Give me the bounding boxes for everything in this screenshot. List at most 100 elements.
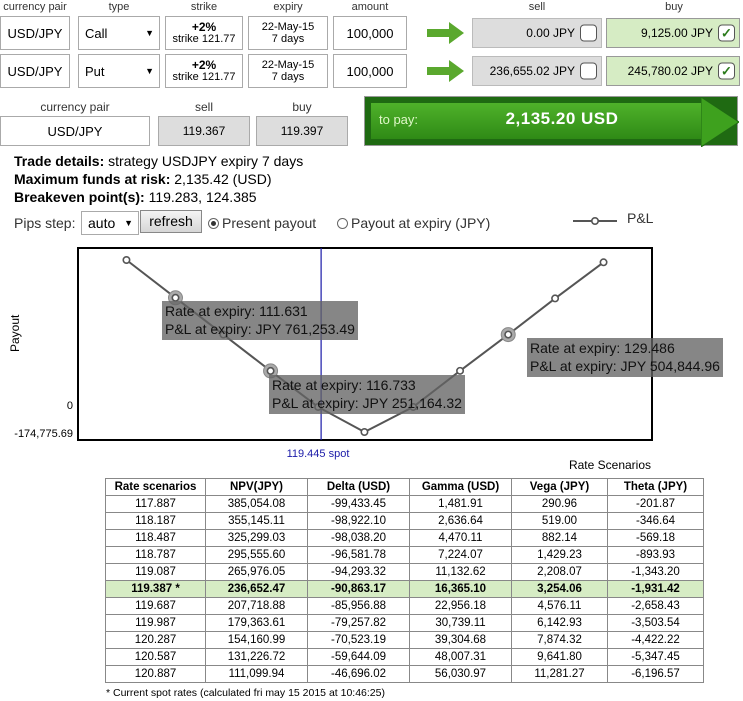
leg-1-sell-checkbox[interactable] [580,24,597,42]
leg-1-currency-pair[interactable]: USD/JPY [0,16,70,50]
to-pay-amount: 2,135.20 USD [505,109,619,128]
table-row: 120.887 111,099.94 -46,696.02 56,030.97 11,2… [105,665,704,683]
table-cell: 118.487 [105,529,206,547]
table-cell: 120.287 [105,631,206,649]
leg-2-sell-price[interactable]: 236,655.02 JPY [472,56,602,86]
table-row: 119.687 207,718.88 -85,956.88 22,956.18 4,57… [105,597,704,615]
table-cell: -98,922.10 [307,512,410,530]
chart-tooltip-1: Rate at expiry: 111.631 P&L at expiry: JP… [162,301,358,340]
spot-buy: 119.397 [256,116,348,146]
chart-legend-label: P&L [627,210,654,226]
table-cell: 882.14 [511,529,608,547]
table-cell: 6,142.93 [511,614,608,632]
trade-details-label: Trade details: [14,153,105,169]
table-row: 119.987 179,363.61 -79,257.82 30,739.11 6,14… [105,614,704,632]
trade-details: Trade details: strategy USDJPY expiry 7 … [14,152,303,170]
chevron-down-icon: ▼ [145,66,154,76]
table-cell: -90,863.17 [307,580,410,598]
leg-1-type-select[interactable]: Call ▼ [78,16,160,50]
chart-tooltip-3: Rate at expiry: 129.486 P&L at expiry: JP… [527,338,723,377]
max-funds-label: Maximum funds at risk: [14,171,171,187]
spot-line-label: 119.445 spot [286,448,350,460]
pl-data-point [456,366,465,375]
column-header: Gamma (USD) [409,478,512,496]
table-cell: 7,224.07 [409,546,512,564]
table-cell: 325,299.03 [205,529,308,547]
pl-chart [77,217,653,441]
table-cell: -201.87 [607,495,704,513]
table-cell: 7,874.32 [511,631,608,649]
table-cell: 2,208.07 [511,563,608,581]
leg-1-expiry-date: 22-May-15 [261,21,315,33]
leg-2-expiry-date: 22-May-15 [261,59,315,71]
table-cell: 1,481.91 [409,495,512,513]
leg-1-sell-price[interactable]: 0.00 JPY [472,18,602,48]
table-cell: -4,422.22 [607,631,704,649]
table-cell: 295,555.60 [205,546,308,564]
table-row: 118.187 355,145.11 -98,922.10 2,636.64 519.0… [105,512,704,530]
leg-1-strike-value: strike 121.77 [172,33,236,45]
table-cell: 39,304.68 [409,631,512,649]
leg-2-sell-value: 236,655.02 JPY [489,64,575,78]
table-cell: -98,038.20 [307,529,410,547]
table-cell: 154,160.99 [205,631,308,649]
table-cell: 4,576.11 [511,597,608,615]
pl-data-point [504,330,513,339]
breakeven-value: 119.283, 124.385 [144,189,257,205]
header-strike: strike [190,1,218,13]
header-expiry: expiry [273,1,303,13]
trade-details-value: strategy USDJPY expiry 7 days [104,153,304,169]
leg-2-buy-checkbox[interactable]: ✓ [718,62,735,80]
table-cell: 120.887 [105,665,206,683]
leg-2-buy-value: 245,780.02 JPY [627,64,713,78]
spot-pair: USD/JPY [0,116,150,146]
leg-1-buy-checkbox[interactable]: ✓ [718,24,735,42]
table-row: 118.487 325,299.03 -98,038.20 4,470.11 882.1… [105,529,704,547]
table-cell: 4,470.11 [409,529,512,547]
table-cell: -569.18 [607,529,704,547]
table-cell: -99,433.45 [307,495,410,513]
table-cell: 119.387 * [105,580,206,598]
leg-1-sell-value: 0.00 JPY [526,26,575,40]
pl-data-point [599,258,608,267]
leg-2-buy-price[interactable]: 245,780.02 JPY ✓ [606,56,740,86]
table-cell: -79,257.82 [307,614,410,632]
leg-2-expiry[interactable]: 22-May-15 7 days [248,54,328,88]
leg-1-expiry[interactable]: 22-May-15 7 days [248,16,328,50]
leg-2-currency-pair[interactable]: USD/JPY [0,54,70,88]
table-cell: 118.187 [105,512,206,530]
leg-2-strike[interactable]: +2% strike 121.77 [165,54,243,88]
header-currency-pair: currency pair [3,1,67,13]
table-cell: 1,429.23 [511,546,608,564]
leg-1-amount-input[interactable]: 100,000 [333,16,407,50]
pl-data-point [551,294,560,303]
to-pay-arrow-icon [701,97,739,147]
table-cell: -70,523.19 [307,631,410,649]
column-header: Theta (JPY) [607,478,704,496]
table-cell: 179,363.61 [205,614,308,632]
table-cell: -6,196.57 [607,665,704,683]
table-cell: 16,365.10 [409,580,512,598]
breakeven-label: Breakeven point(s): [14,189,145,205]
header-buy: buy [665,1,683,13]
to-pay-label: to pay: [379,112,419,127]
tooltip-1-rate: Rate at expiry: 111.631 [165,303,308,319]
table-cell: 111,099.94 [205,665,308,683]
leg-1-buy-price[interactable]: 9,125.00 JPY ✓ [606,18,740,48]
chart-y-tick-min: -174,775.69 [14,428,73,440]
table-cell: -46,696.02 [307,665,410,683]
leg-2-type-select[interactable]: Put ▼ [78,54,160,88]
rate-scenarios-title: Rate Scenarios [568,458,652,472]
leg-1-strike[interactable]: +2% strike 121.77 [165,16,243,50]
tooltip-1-pl: P&L at expiry: JPY 761,253.49 [165,321,355,337]
table-cell: -346.64 [607,512,704,530]
leg-2-sell-checkbox[interactable] [580,62,597,80]
leg-2-type-value: Put [85,63,105,79]
table-cell: 119.987 [105,614,206,632]
table-row: 117.887 385,054.08 -99,433.45 1,481.91 290.9… [105,495,704,513]
leg-2-amount-input[interactable]: 100,000 [333,54,407,88]
leg-1-expiry-days: 7 days [271,33,305,45]
table-cell: 22,956.18 [409,597,512,615]
table-cell: 265,976.05 [205,563,308,581]
max-funds-value: 2,135.42 (USD) [170,171,272,187]
